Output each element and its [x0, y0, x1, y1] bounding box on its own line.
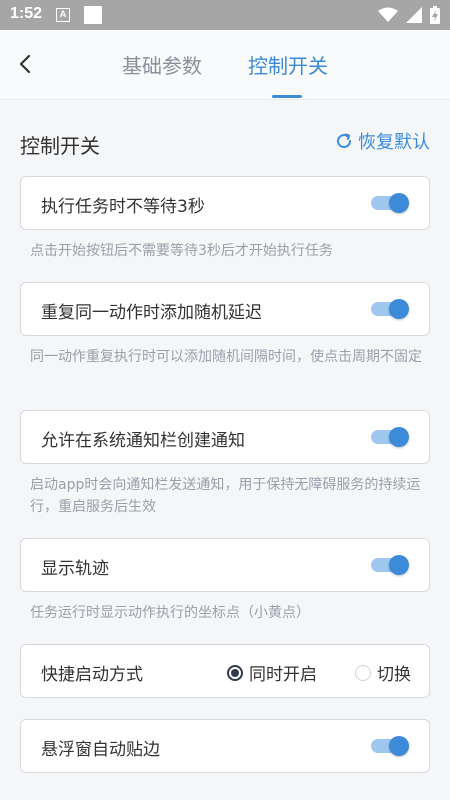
battery-charging-icon	[430, 6, 440, 24]
toggle-knob	[389, 299, 409, 319]
tab-control-switches[interactable]: 控制开关	[248, 50, 328, 79]
quick-start-card: 快捷启动方式 同时开启 切换	[20, 644, 430, 698]
float-snap-toggle[interactable]	[371, 736, 409, 756]
setting-description: 任务运行时显示动作执行的坐标点（小黄点）	[30, 605, 310, 621]
status-time: 1:52	[10, 5, 43, 22]
reset-defaults-button[interactable]: 恢复默认	[335, 128, 430, 154]
radio-checked-icon	[227, 664, 243, 681]
notification-square-icon	[84, 6, 102, 24]
status-bar: 1:52 A	[0, 0, 450, 30]
quick-start-radio-group: 同时开启 切换	[227, 660, 411, 685]
setting-no-wait-toggle[interactable]	[371, 193, 409, 213]
setting-show-trace-card: 显示轨迹	[20, 538, 430, 592]
radio-label: 切换	[377, 665, 411, 685]
toggle-knob	[389, 193, 409, 213]
back-arrow-icon[interactable]	[14, 52, 38, 76]
setting-description: 启动app时会向通知栏发送通知，用于保持无障碍服务的持续运行，重启服务后生效	[30, 477, 421, 515]
setting-description: 点击开始按钮后不需要等待3秒后才开始执行任务	[30, 243, 333, 259]
header: 基础参数 控制开关	[0, 30, 450, 100]
toggle-knob	[389, 427, 409, 447]
active-tab-indicator	[272, 95, 302, 98]
section-title: 控制开关	[20, 134, 100, 158]
setting-no-wait-card: 执行任务时不等待3秒	[20, 176, 430, 230]
setting-notification-toggle[interactable]	[371, 427, 409, 447]
radio-unchecked-icon	[355, 664, 371, 681]
float-snap-label: 悬浮窗自动贴边	[41, 740, 160, 760]
radio-label: 同时开启	[249, 665, 317, 685]
setting-label: 执行任务时不等待3秒	[41, 197, 205, 217]
toggle-knob	[389, 736, 409, 756]
radio-simultaneous[interactable]: 同时开启	[227, 660, 317, 685]
setting-label: 重复同一动作时添加随机延迟	[41, 303, 262, 323]
float-snap-card: 悬浮窗自动贴边	[20, 719, 430, 773]
setting-label: 显示轨迹	[41, 559, 109, 579]
setting-show-trace-toggle[interactable]	[371, 555, 409, 575]
signal-icon	[406, 7, 422, 23]
status-icons	[378, 6, 440, 24]
radio-switch[interactable]: 切换	[355, 660, 411, 685]
setting-random-delay-toggle[interactable]	[371, 299, 409, 319]
setting-label: 允许在系统通知栏创建通知	[41, 431, 245, 451]
tab-basic-params[interactable]: 基础参数	[122, 50, 202, 79]
refresh-icon	[337, 133, 352, 149]
wifi-icon	[378, 7, 398, 22]
setting-random-delay-card: 重复同一动作时添加随机延迟	[20, 282, 430, 336]
reset-defaults-label: 恢复默认	[358, 132, 430, 153]
quick-start-label: 快捷启动方式	[41, 665, 143, 685]
notification-a-icon: A	[56, 8, 70, 22]
setting-description: 同一动作重复执行时可以添加随机间隔时间，使点击周期不固定	[30, 349, 422, 365]
setting-notification-card: 允许在系统通知栏创建通知	[20, 410, 430, 464]
toggle-knob	[389, 555, 409, 575]
